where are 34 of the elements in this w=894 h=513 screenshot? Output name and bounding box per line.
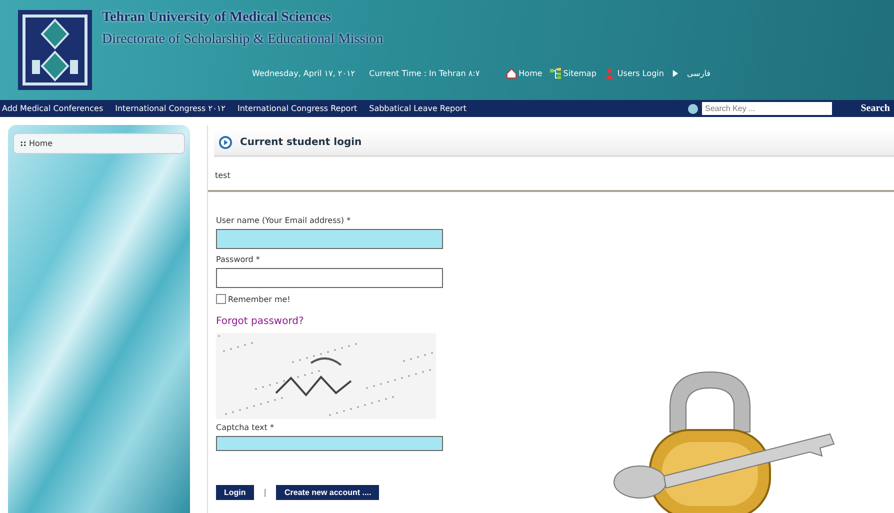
checkbox-label: Remember me!	[228, 294, 290, 304]
logo-icon	[18, 10, 92, 90]
time-text: Current Time : In Tehran ٨:٧	[369, 69, 480, 78]
field-label: Password *	[216, 255, 260, 264]
input-field[interactable]	[216, 229, 443, 249]
header-link[interactable]: فارسی	[672, 68, 710, 79]
house-icon	[506, 68, 517, 79]
create-account-button[interactable]: Create new account ....	[276, 485, 380, 500]
site-subtitle: Directorate of Scholarship & Educational Mission	[102, 32, 384, 48]
checkbox[interactable]	[216, 294, 226, 304]
login-button[interactable]: Login	[216, 485, 254, 500]
note-text: test	[208, 157, 894, 192]
site-title: Tehran University of Medical Sciences	[102, 10, 332, 26]
user-icon	[604, 68, 616, 79]
header-link[interactable]: Home	[506, 68, 542, 79]
arrow-icon	[672, 69, 679, 78]
section-heading: Current student login	[240, 136, 362, 148]
forgot-password-link[interactable]: Forgot password?	[216, 316, 304, 327]
search-field[interactable]: Search Key ...	[702, 102, 832, 115]
field-label: Captcha text *	[216, 423, 274, 432]
sitemap-icon	[550, 68, 562, 79]
nav-link[interactable]: International Congress Report	[237, 104, 358, 113]
date-text: Wednesday, April ١٧, ٢٠١٢	[252, 69, 356, 78]
nav-link[interactable]: Add Medical Conferences	[2, 104, 104, 113]
captcha-input-field[interactable]	[216, 436, 443, 451]
field-label: User name (Your Email address) *	[216, 216, 351, 225]
header-link[interactable]: Users Login	[604, 68, 664, 79]
sidebar-item[interactable]: :: Home	[13, 133, 185, 154]
input-field[interactable]	[216, 268, 443, 288]
globe-icon	[688, 104, 698, 114]
header-link[interactable]: Sitemap	[550, 68, 596, 79]
separator-text: |	[264, 488, 266, 497]
nav-link[interactable]: International Congress ٢٠١٢	[115, 104, 226, 113]
nav-link[interactable]: Sabbatical Leave Report	[369, 104, 466, 113]
